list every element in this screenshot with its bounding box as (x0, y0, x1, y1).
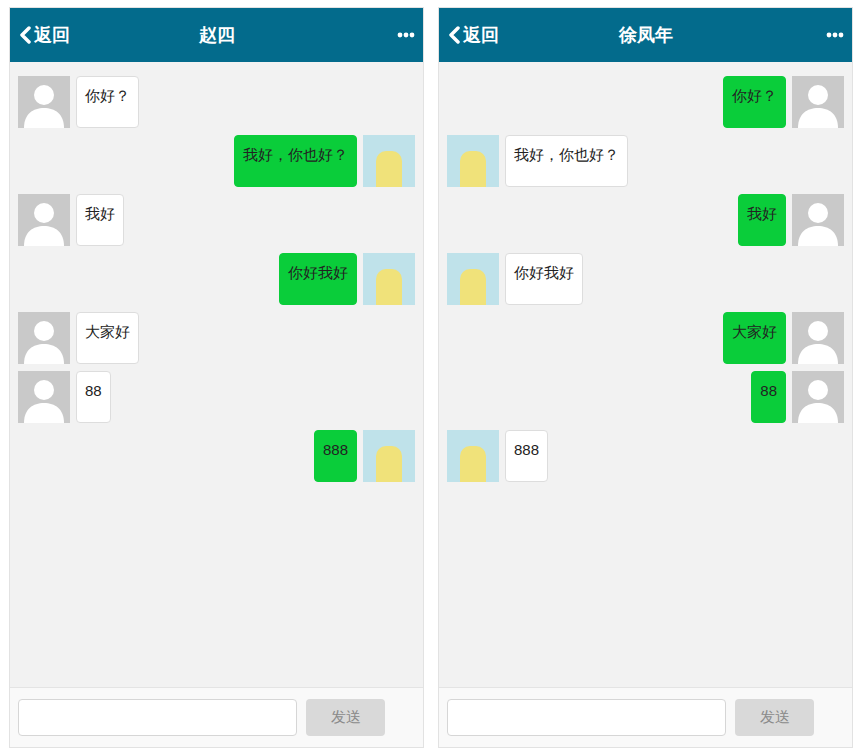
photo-avatar[interactable] (363, 253, 415, 305)
chat-title: 徐凤年 (619, 22, 673, 49)
message-bubble: 你好我好 (505, 253, 583, 305)
message-row: 大家好 (18, 312, 415, 364)
message-bubble: 我好 (738, 194, 786, 246)
header-bar: 返回 徐凤年 (439, 8, 852, 62)
message-bubble: 大家好 (76, 312, 139, 364)
chat-panel: 返回徐凤年你好？我好，你也好？我好你好我好大家好88888发送 (438, 7, 853, 748)
message-row: 888 (18, 430, 415, 482)
chat-panel: 返回赵四你好？我好，你也好？我好你好我好大家好88888发送 (9, 7, 424, 748)
chat-title: 赵四 (199, 22, 235, 49)
photo-avatar[interactable] (447, 135, 499, 187)
message-bubble: 大家好 (723, 312, 786, 364)
default-avatar[interactable] (792, 194, 844, 246)
message-row: 你好我好 (447, 253, 844, 305)
default-avatar[interactable] (792, 371, 844, 423)
message-row: 我好，你也好？ (18, 135, 415, 187)
message-row: 我好 (447, 194, 844, 246)
person-icon (18, 312, 70, 364)
message-bubble: 我好 (76, 194, 124, 246)
send-button[interactable]: 发送 (735, 699, 814, 736)
message-row: 你好？ (447, 76, 844, 128)
composer-bar: 发送 (10, 687, 423, 747)
message-bubble: 你好？ (76, 76, 139, 128)
message-bubble: 88 (76, 371, 111, 423)
default-avatar[interactable] (792, 312, 844, 364)
message-row: 88 (447, 371, 844, 423)
photo-avatar[interactable] (363, 135, 415, 187)
message-row: 你好？ (18, 76, 415, 128)
message-list: 你好？我好，你也好？我好你好我好大家好88888 (10, 62, 423, 687)
chevron-left-icon (447, 26, 461, 44)
message-row: 我好，你也好？ (447, 135, 844, 187)
back-button[interactable]: 返回 (447, 22, 527, 49)
message-list: 你好？我好，你也好？我好你好我好大家好88888 (439, 62, 852, 687)
message-row: 88 (18, 371, 415, 423)
message-row: 你好我好 (18, 253, 415, 305)
more-icon[interactable] (397, 32, 415, 38)
default-avatar[interactable] (18, 194, 70, 246)
default-avatar[interactable] (18, 76, 70, 128)
message-bubble: 888 (314, 430, 357, 482)
photo-avatar[interactable] (363, 430, 415, 482)
message-bubble: 我好，你也好？ (505, 135, 628, 187)
back-button[interactable]: 返回 (18, 22, 98, 49)
person-icon (792, 194, 844, 246)
composer-bar: 发送 (439, 687, 852, 747)
person-icon (792, 371, 844, 423)
default-avatar[interactable] (792, 76, 844, 128)
person-icon (18, 76, 70, 128)
person-icon (792, 76, 844, 128)
person-icon (792, 312, 844, 364)
more-icon[interactable] (826, 32, 844, 38)
app: 返回赵四你好？我好，你也好？我好你好我好大家好88888发送返回徐凤年你好？我好… (0, 0, 861, 752)
message-bubble: 我好，你也好？ (234, 135, 357, 187)
message-bubble: 888 (505, 430, 548, 482)
message-bubble: 你好？ (723, 76, 786, 128)
default-avatar[interactable] (18, 312, 70, 364)
photo-avatar[interactable] (447, 253, 499, 305)
chevron-left-icon (18, 26, 32, 44)
message-row: 我好 (18, 194, 415, 246)
message-input[interactable] (447, 699, 726, 736)
person-icon (18, 194, 70, 246)
person-icon (18, 371, 70, 423)
photo-avatar[interactable] (447, 430, 499, 482)
message-bubble: 88 (751, 371, 786, 423)
message-input[interactable] (18, 699, 297, 736)
default-avatar[interactable] (18, 371, 70, 423)
header-bar: 返回 赵四 (10, 8, 423, 62)
message-row: 888 (447, 430, 844, 482)
message-bubble: 你好我好 (279, 253, 357, 305)
send-button[interactable]: 发送 (306, 699, 385, 736)
message-row: 大家好 (447, 312, 844, 364)
